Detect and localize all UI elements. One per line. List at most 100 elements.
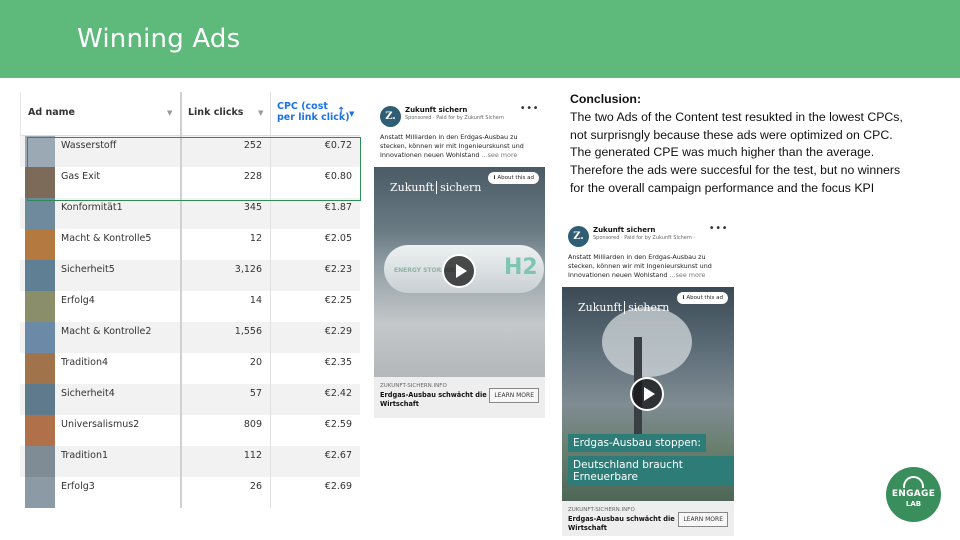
brand-logo: Z. <box>568 226 589 247</box>
link-clicks-cell: 809 <box>180 415 262 446</box>
video-caption-line2: Deutschland braucht Erneuerbare <box>568 456 734 486</box>
see-more-link[interactable]: ...see more <box>481 151 517 159</box>
see-more-link[interactable]: ...see more <box>669 271 705 279</box>
ad-thumbnail[interactable] <box>25 260 55 291</box>
ad-name-cell[interactable]: Sicherheit5 <box>61 264 115 275</box>
ad-thumbnail[interactable] <box>25 415 55 446</box>
table-row[interactable]: Universalismus2 809 €2.59 <box>20 415 360 446</box>
table-row[interactable]: Erfolg3 26 €2.69 <box>20 477 360 508</box>
ad-video[interactable]: Zukunft sichern i About this ad Erdgas-Aus… <box>562 287 734 501</box>
sort-ascending-icon[interactable]: ↑ <box>337 106 345 117</box>
ad-thumbnail[interactable] <box>25 322 55 353</box>
tank-h2-label: H2 <box>504 255 538 280</box>
ad-video[interactable]: ENERGY STORAGE H2 Zukunft sichern i About … <box>374 167 545 377</box>
table-row[interactable]: Tradition4 20 €2.35 <box>20 353 360 384</box>
table-row[interactable]: Macht & Kontrolle2 1,556 €2.29 <box>20 322 360 353</box>
ad-thumbnail[interactable] <box>25 229 55 260</box>
table-row[interactable]: Macht & Kontrolle5 12 €2.05 <box>20 229 360 260</box>
slide-header: Winning Ads <box>0 0 960 78</box>
ad-footer: ZUKUNFT-SICHERN.INFO Erdgas-Ausbau schwä… <box>374 377 545 418</box>
cpc-cell: €2.69 <box>270 477 352 508</box>
ad-body-text: Anstatt Milliarden in den Erdgas-Ausbau … <box>380 133 524 159</box>
ad-name-cell[interactable]: Macht & Kontrolle5 <box>61 233 151 244</box>
table-row[interactable]: Sicherheit5 3,126 €2.23 <box>20 260 360 291</box>
ad-thumbnail[interactable] <box>25 384 55 415</box>
cpc-cell: €0.80 <box>270 167 352 198</box>
ad-thumbnail[interactable] <box>25 136 55 167</box>
chevron-down-icon[interactable]: ▼ <box>258 109 263 117</box>
more-options-icon[interactable]: ••• <box>520 103 539 114</box>
brand-wordmark: Zukunft sichern <box>578 301 670 314</box>
ad-name-cell[interactable]: Macht & Kontrolle2 <box>61 326 151 337</box>
chevron-down-icon[interactable]: ▼ <box>167 109 172 117</box>
brand-name[interactable]: Zukunft sichern <box>405 106 467 114</box>
learn-more-button[interactable]: LEARN MORE <box>678 512 728 527</box>
ad-headline: Erdgas-Ausbau schwächt die Wirtschaft <box>568 515 675 532</box>
ad-thumbnail[interactable] <box>25 291 55 322</box>
ad-name-cell[interactable]: Erfolg3 <box>61 481 95 492</box>
ad-thumbnail[interactable] <box>25 477 55 508</box>
info-icon: i <box>682 295 685 301</box>
ad-headline: Erdgas-Ausbau schwächt die Wirtschaft <box>380 391 487 408</box>
play-icon[interactable] <box>442 254 476 288</box>
conclusion-text: Conclusion: The two Ads of the Content t… <box>570 91 910 198</box>
link-clicks-cell: 112 <box>180 446 262 477</box>
link-clicks-cell: 20 <box>180 353 262 384</box>
conclusion-body: The two Ads of the Content test resukted… <box>570 109 903 195</box>
table-row[interactable]: Sicherheit4 57 €2.42 <box>20 384 360 415</box>
table-row[interactable]: Konformität1 345 €1.87 <box>20 198 360 229</box>
ad-thumbnail[interactable] <box>25 198 55 229</box>
ad-name-cell[interactable]: Tradition1 <box>61 450 108 461</box>
column-cpc[interactable]: CPC (cost per link click) ↑ ▼ <box>270 92 360 136</box>
table-row[interactable]: Erfolg4 14 €2.25 <box>20 291 360 322</box>
ad-thumbnail[interactable] <box>25 353 55 384</box>
ad-name-cell[interactable]: Tradition4 <box>61 357 108 368</box>
table-row[interactable]: Tradition1 112 €2.67 <box>20 446 360 477</box>
column-ad-name[interactable]: Ad name ▼ <box>20 92 180 136</box>
chevron-down-icon[interactable]: ▼ <box>349 109 354 120</box>
table-header: Ad name ▼ Link clicks ▼ CPC (cost per li… <box>20 92 360 136</box>
brand-name[interactable]: Zukunft sichern <box>593 226 655 234</box>
more-options-icon[interactable]: ••• <box>709 223 728 234</box>
link-clicks-cell: 252 <box>180 136 262 167</box>
sponsored-label: Sponsored · Paid for by Zukunft Sichern <box>405 115 504 121</box>
column-link-clicks[interactable]: Link clicks ▼ <box>180 92 270 136</box>
ad-name-cell[interactable]: Wasserstoff <box>61 140 116 151</box>
ad-name-cell[interactable]: Gas Exit <box>61 171 100 182</box>
logo-arc-icon <box>903 476 924 488</box>
link-clicks-cell: 26 <box>180 477 262 508</box>
about-this-ad-button[interactable]: i About this ad <box>677 292 728 304</box>
play-icon[interactable] <box>630 377 664 411</box>
learn-more-button[interactable]: LEARN MORE <box>489 388 539 403</box>
link-clicks-cell: 345 <box>180 198 262 229</box>
table-row[interactable]: Wasserstoff 252 €0.72 <box>20 136 360 167</box>
brand-wordmark: Zukunft sichern <box>390 181 482 194</box>
brand-logo: Z. <box>380 106 401 127</box>
ad-domain: ZUKUNFT-SICHERN.INFO <box>568 507 635 513</box>
ad-preview-gas-exit[interactable]: Z. Zukunft sichern Sponsored · Paid for … <box>562 220 734 536</box>
link-clicks-cell: 14 <box>180 291 262 322</box>
cpc-cell: €2.67 <box>270 446 352 477</box>
about-this-ad-button[interactable]: i About this ad <box>488 172 539 184</box>
ad-name-cell[interactable]: Sicherheit4 <box>61 388 115 399</box>
cpc-cell: €1.87 <box>270 198 352 229</box>
sponsored-label: Sponsored · Paid for by Zukunft Sichern … <box>593 235 696 241</box>
engage-lab-logo: ENGAGE LAB <box>886 467 941 522</box>
ad-body-text: Anstatt Milliarden in den Erdgas-Ausbau … <box>568 253 712 279</box>
ad-thumbnail[interactable] <box>25 167 55 198</box>
ad-footer: ZUKUNFT-SICHERN.INFO Erdgas-Ausbau schwä… <box>562 501 734 536</box>
link-clicks-cell: 57 <box>180 384 262 415</box>
cpc-cell: €2.23 <box>270 260 352 291</box>
ad-name-cell[interactable]: Erfolg4 <box>61 295 95 306</box>
video-caption-line1: Erdgas-Ausbau stoppen: <box>568 434 706 452</box>
ad-thumbnail[interactable] <box>25 446 55 477</box>
link-clicks-cell: 12 <box>180 229 262 260</box>
cpc-cell: €2.25 <box>270 291 352 322</box>
ad-name-cell[interactable]: Konformität1 <box>61 202 123 213</box>
cpc-cell: €0.72 <box>270 136 352 167</box>
ad-preview-hydrogen[interactable]: Z. Zukunft sichern Sponsored · Paid for … <box>374 100 545 418</box>
ad-domain: ZUKUNFT-SICHERN.INFO <box>380 383 447 389</box>
table-row[interactable]: Gas Exit 228 €0.80 <box>20 167 360 198</box>
link-clicks-cell: 1,556 <box>180 322 262 353</box>
ad-name-cell[interactable]: Universalismus2 <box>61 419 139 430</box>
